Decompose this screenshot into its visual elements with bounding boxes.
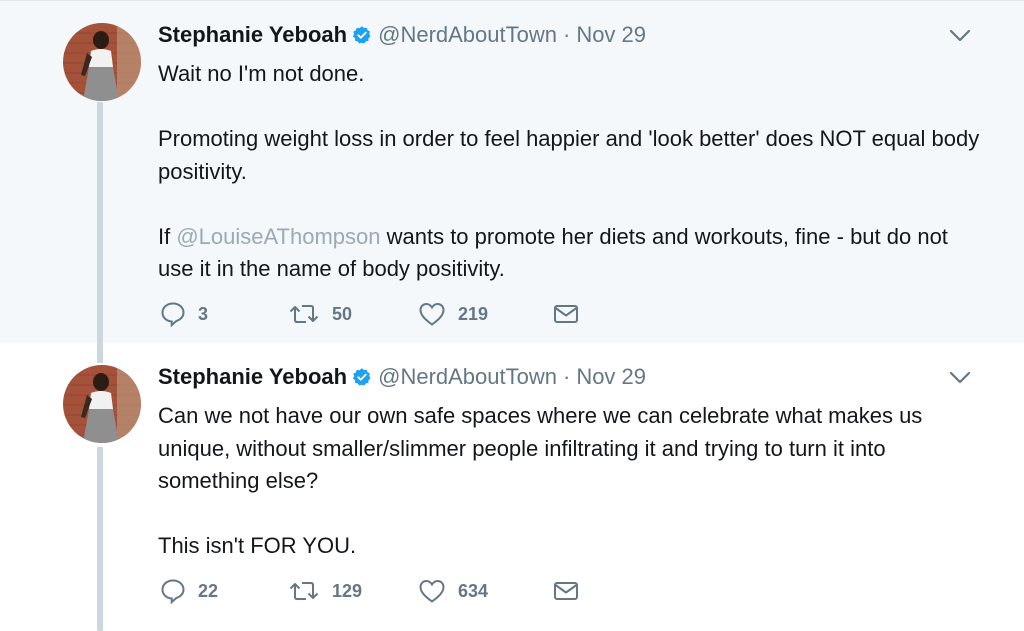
envelope-icon: [554, 582, 578, 600]
retweet-icon: [289, 305, 319, 323]
heart-icon: [419, 579, 445, 603]
reply-icon: [161, 579, 185, 604]
tweet-date[interactable]: Nov 29: [576, 363, 646, 391]
chevron-down-icon[interactable]: [948, 27, 972, 45]
mention-link[interactable]: @LouiseAThompson: [176, 224, 380, 249]
direct-message-button[interactable]: [552, 578, 580, 604]
avatar-photo: [63, 23, 141, 101]
verified-badge-icon: [352, 26, 371, 44]
tweet-thread: Stephanie Yeboah @NerdAboutTown · Nov 29…: [0, 0, 1024, 631]
reply-button[interactable]: 3: [160, 301, 288, 327]
like-button[interactable]: 634: [418, 578, 552, 604]
tweet-paragraph: Can we not have our own safe spaces wher…: [158, 403, 923, 493]
reply-icon: [161, 302, 185, 327]
verified-badge-icon: [352, 368, 371, 386]
tweet-actions: 22 129 634: [160, 578, 580, 604]
like-count: 219: [458, 303, 489, 324]
retweet-count: 129: [332, 580, 363, 601]
author-name[interactable]: Stephanie Yeboah: [158, 21, 347, 49]
like-button[interactable]: 219: [418, 301, 552, 327]
heart-icon: [419, 302, 445, 326]
reply-button[interactable]: 22: [160, 578, 288, 604]
tweet-header: Stephanie Yeboah @NerdAboutTown · Nov 29: [158, 21, 646, 49]
chevron-down-icon[interactable]: [948, 369, 972, 387]
tweet-text: Wait no I'm not done. Promoting weight l…: [158, 58, 988, 286]
separator-dot: ·: [562, 22, 571, 47]
reply-count: 3: [198, 303, 209, 324]
tweet-actions: 3 50 219: [160, 301, 580, 327]
avatar[interactable]: [63, 365, 141, 443]
tweet-date[interactable]: Nov 29: [576, 21, 646, 49]
like-count: 634: [458, 580, 489, 601]
avatar[interactable]: [63, 23, 141, 101]
tweet-paragraph: Promoting weight loss in order to feel h…: [158, 126, 980, 184]
tweet[interactable]: Stephanie Yeboah @NerdAboutTown · Nov 29…: [0, 343, 1024, 631]
tweet-paragraph: If @LouiseAThompson wants to promote her…: [158, 221, 988, 286]
envelope-icon: [554, 305, 578, 323]
retweet-icon: [289, 582, 319, 600]
tweet-paragraph: Wait no I'm not done.: [158, 61, 365, 86]
tweet-header: Stephanie Yeboah @NerdAboutTown · Nov 29: [158, 363, 646, 391]
retweet-count: 50: [332, 303, 353, 324]
author-name[interactable]: Stephanie Yeboah: [158, 363, 347, 391]
tweet-paragraph: This isn't FOR YOU.: [158, 533, 357, 558]
text-segment: If: [158, 223, 177, 249]
author-handle[interactable]: @NerdAboutTown: [378, 363, 557, 391]
retweet-button[interactable]: 50: [288, 301, 418, 327]
avatar-photo: [63, 365, 141, 443]
retweet-button[interactable]: 129: [288, 578, 418, 604]
thread-line: [97, 343, 103, 363]
thread-line: [97, 447, 103, 631]
tweet-text: Can we not have our own safe spaces wher…: [158, 400, 988, 563]
tweet[interactable]: Stephanie Yeboah @NerdAboutTown · Nov 29…: [0, 0, 1024, 343]
author-handle[interactable]: @NerdAboutTown: [378, 21, 557, 49]
direct-message-button[interactable]: [552, 301, 580, 327]
reply-count: 22: [198, 580, 219, 601]
thread-line: [97, 102, 103, 343]
separator-dot: ·: [562, 364, 571, 389]
